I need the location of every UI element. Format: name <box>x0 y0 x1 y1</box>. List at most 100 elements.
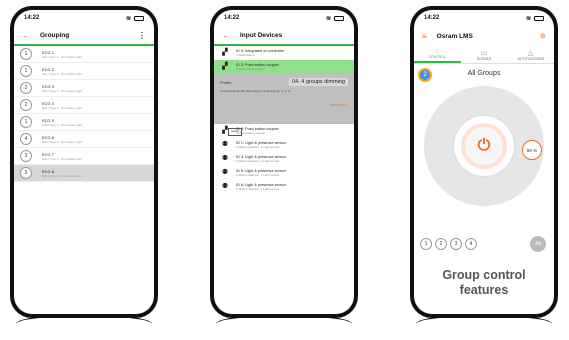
battery-icon <box>534 15 544 21</box>
group-number: 2 <box>20 99 32 111</box>
tab-bar: ◌ CONTROL ▭ SCENES △ NOTIFICATIONS <box>414 46 554 64</box>
group-number: 3 <box>20 167 32 179</box>
ecg-type: DALI Type 6 - Dimmable Light <box>42 173 82 178</box>
ecg-type: DALI Type 6 - Dimmable Light <box>42 88 82 93</box>
screen: 14:22 ≋ ≡ Osram LMS ☆ ◌ CONTROL ▭ SCENES △… <box>414 10 554 314</box>
list-item[interactable]: 2 ECG 4 DALI Type 6 - Dimmable Light <box>14 97 154 114</box>
keypad-icon: AAAA <box>228 128 242 136</box>
group-button-4[interactable]: 4 <box>465 238 477 250</box>
profile-panel: Profile 04. 4 groups dimming Commands fo… <box>214 74 354 124</box>
all-groups-button[interactable]: All <box>530 236 546 252</box>
device-item[interactable]: ⚉ ID 5: Light & presence sensor 1 Motion d… <box>214 166 354 180</box>
screen: 14:22 ≋ ← Input Devices ▞ ID 0: Integrate… <box>214 10 354 314</box>
hamburger-menu-icon[interactable]: ≡ <box>422 32 427 41</box>
device-item[interactable]: ⚉ ID 4: Light & presence sensor 1 Motion d… <box>214 152 354 166</box>
caption: Group control features <box>414 268 554 298</box>
status-time: 14:22 <box>224 15 240 21</box>
status-bar: 14:22 ≋ <box>14 10 154 26</box>
sensor-icon: ⚉ <box>221 155 229 162</box>
group-button-3[interactable]: 3 <box>450 238 462 250</box>
list-item[interactable]: 2 ECG 3 DALI Type 6 - Dimmable Light <box>14 80 154 97</box>
phone-grouping: 14:22 ≋ ← Grouping ⋮ 1 ECG 1 DALI Type 6 -… <box>10 6 158 318</box>
list-item[interactable]: 1 ECG 1 DALI Type 6 - Dimmable Light <box>14 46 154 63</box>
device-desc: 1 Motion detector, 1 Light sensor <box>236 187 280 191</box>
sensor-icon: ⚉ <box>221 183 229 190</box>
screen: 14:22 ≋ ← Grouping ⋮ 1 ECG 1 DALI Type 6 -… <box>14 10 154 314</box>
ecg-type: DALI Type 6 - Dimmable Light <box>42 54 82 59</box>
wifi-icon: ≋ <box>325 15 331 22</box>
phone-input-devices: 14:22 ≋ ← Input Devices ▞ ID 0: Integrate… <box>210 6 358 318</box>
level-indicator[interactable]: 80 % <box>522 140 542 160</box>
wifi-icon: ≋ <box>525 15 531 22</box>
list-item[interactable]: 3 ECG 7 DALI Type 6 - Dimmable Light <box>14 148 154 165</box>
group-number: 2 <box>20 82 32 94</box>
page-title: Input Devices <box>240 31 283 39</box>
list-item[interactable]: 3 ECG 8 DALI Type 6 - Dimmable Light <box>14 165 154 182</box>
ecg-list: 1 ECG 1 DALI Type 6 - Dimmable Light 1 ECG 2… <box>14 46 154 182</box>
list-item[interactable]: 1 ECG 5 DALI Type 6 - Dimmable Light <box>14 114 154 131</box>
star-icon[interactable]: ☆ <box>540 32 546 40</box>
app-bar: ← Input Devices <box>214 26 354 46</box>
group-number: 1 <box>20 48 32 60</box>
ecg-type: DALI Type 6 - Dimmable Light <box>42 71 82 76</box>
list-item[interactable]: 1 ECG 2 DALI Type 6 - Dimmable Light <box>14 63 154 80</box>
group-number: 4 <box>20 133 32 145</box>
more-menu-icon[interactable]: ⋮ <box>138 31 146 40</box>
dial: 2 ⏻ 80 % <box>414 68 554 228</box>
device-item[interactable]: ⚉ ID 1: Light & presence sensor 1 Motion d… <box>214 138 354 152</box>
battery-icon <box>134 15 144 21</box>
ecg-type: DALI Type 6 - Dimmable Light <box>42 156 82 161</box>
status-time: 14:22 <box>24 15 40 21</box>
device-desc: 1 Motion detector, 1 Light sensor <box>236 173 280 177</box>
phone-group-control: 14:22 ≋ ≡ Osram LMS ☆ ◌ CONTROL ▭ SCENES △… <box>410 6 558 318</box>
page-title: Osram LMS <box>436 32 473 40</box>
sensor-icon: ⚉ <box>221 141 229 148</box>
profile-label: Profile <box>220 79 232 85</box>
wifi-icon: ≋ <box>125 15 131 22</box>
monitor-icon: ▭ <box>480 49 488 57</box>
ecg-type: DALI Type 6 - Dimmable Light <box>42 122 82 127</box>
status-bar: 14:22 ≋ <box>214 10 354 26</box>
device-list-top: ▞ ID 0: Integrated on controller 1 Push bu… <box>214 46 354 74</box>
app-bar: ≡ Osram LMS ☆ <box>414 26 554 46</box>
app-bar: ← Grouping ⋮ <box>14 26 154 46</box>
group-number: 1 <box>20 116 32 128</box>
ecg-type: DALI Type 6 - Dimmable Light <box>42 139 82 144</box>
group-button-2[interactable]: 2 <box>435 238 447 250</box>
device-desc: 4 Push button coupler <box>236 67 266 71</box>
device-desc: 1 Motion detector, 1 Light sensor <box>236 159 280 163</box>
group-button-1[interactable]: 1 <box>420 238 432 250</box>
group-number: 3 <box>20 150 32 162</box>
back-arrow-icon[interactable]: ← <box>222 31 230 40</box>
group-badge: 2 <box>418 68 432 82</box>
power-button[interactable]: ⏻ <box>461 123 507 169</box>
device-item[interactable]: ▞ ID 0: Integrated on controller 1 Push bu… <box>214 46 354 60</box>
device-desc: 1 Motion detector, 1 Light sensor <box>236 145 280 149</box>
device-item[interactable]: ▞ ID 2: Push button coupler 4 Push button … <box>214 60 354 74</box>
status-bar: 14:22 ≋ <box>414 10 554 26</box>
back-arrow-icon[interactable]: ← <box>22 31 30 40</box>
device-item[interactable]: ⚉ ID 6: Light & presence sensor 1 Motion d… <box>214 180 354 194</box>
tab-scenes[interactable]: ▭ SCENES <box>461 46 508 63</box>
tab-control[interactable]: ◌ CONTROL <box>414 46 461 63</box>
power-icon: ⏻ <box>477 137 491 154</box>
caption-line-1: Group control <box>442 268 526 282</box>
ecg-type: DALI Type 6 - Dimmable Light <box>42 105 82 110</box>
device-desc: 1 Push button <box>236 53 255 57</box>
group-number: 1 <box>20 65 32 77</box>
more-info-link[interactable]: More info... <box>220 103 348 107</box>
tab-notifications[interactable]: △ NOTIFICATIONS <box>507 46 554 63</box>
bulb-icon: ◌ <box>435 48 440 55</box>
sensor-icon: ⚉ <box>221 169 229 176</box>
status-time: 14:22 <box>424 15 440 21</box>
push-button-icon: ▞ <box>222 49 228 56</box>
profile-commands: Commands for ON (Dimming on 4 Groups (1,… <box>220 89 291 93</box>
list-item[interactable]: 4 ECG 6 DALI Type 6 - Dimmable Light <box>14 131 154 148</box>
device-desc: 4 Push button coupler <box>236 131 266 135</box>
bell-icon: △ <box>527 49 534 57</box>
push-button-icon: ▞ <box>222 63 228 70</box>
page-title: Grouping <box>40 31 70 39</box>
profile-select[interactable]: 04. 4 groups dimming <box>289 78 348 86</box>
battery-icon <box>334 15 344 21</box>
group-buttons: 1 2 3 4 <box>420 238 477 250</box>
